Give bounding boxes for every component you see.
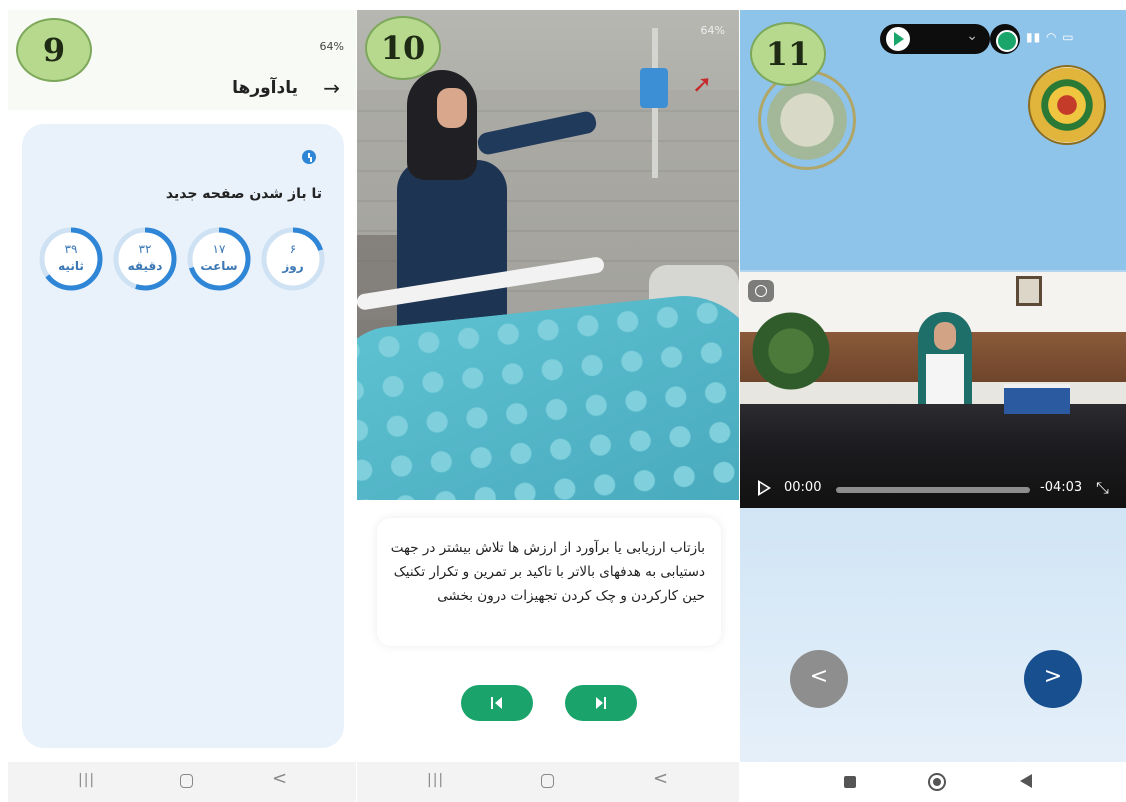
play-store-icon: [886, 27, 910, 51]
screen-video-lesson: ⌄ ▮▮ ◠ ▭ 11 00:00 -04:03 ⤡ < >: [740, 10, 1126, 802]
countdown-rings: ۶ روز ۱۷ ساعت ۳۲ دقیقه ۳۹ ثانیه: [32, 226, 325, 296]
back-arrow-icon[interactable]: →: [323, 76, 340, 100]
back-button[interactable]: <: [653, 768, 668, 789]
countdown-ring: ۶ روز: [260, 226, 326, 292]
countdown-value: ۳۲: [138, 242, 152, 256]
caption-card: بازتاب ارزیابی یا برآورد از ارزش ها تلاش…: [377, 518, 721, 646]
countdown-card: تا باز شدن صفحه جدید ۶ روز ۱۷ ساعت ۳۲ دقیقه ۳۹…: [22, 124, 344, 748]
countdown-ring: ۳۹ ثانیه: [38, 226, 104, 292]
system-nav-bar: [740, 762, 1126, 802]
home-button[interactable]: [541, 774, 554, 788]
home-button[interactable]: [928, 773, 946, 791]
play-icon[interactable]: [758, 480, 771, 496]
next-button[interactable]: >: [1024, 650, 1082, 708]
countdown-value: ۱۷: [212, 242, 226, 256]
countdown-value: ۶: [289, 242, 297, 256]
screen-lesson-slide: ➚ 64% 10 بازتاب ارزیابی یا برآورد از ارز…: [357, 10, 739, 802]
countdown-title: تا باز شدن صفحه جدید: [165, 186, 322, 202]
video-controls: 00:00 -04:03 ⤡: [740, 468, 1126, 508]
caption-text: بازتاب ارزیابی یا برآورد از ارزش ها تلاش…: [390, 540, 705, 604]
status-bar: 64%: [700, 24, 725, 37]
fullscreen-icon[interactable]: ⤡: [1096, 478, 1109, 498]
countdown-ring: ۳۲ دقیقه: [112, 226, 178, 292]
signal-icons: ▮▮ ◠ ▭: [1026, 30, 1075, 44]
home-button[interactable]: [180, 774, 193, 788]
countdown-unit: ساعت: [200, 259, 238, 273]
video-remaining-time: -04:03: [1040, 480, 1083, 495]
chevron-down-icon: ⌄: [966, 28, 978, 44]
university-logo: [758, 70, 856, 170]
video-player[interactable]: 00:00 -04:03 ⤡: [740, 272, 1126, 508]
recent-apps-button[interactable]: |||: [78, 772, 95, 788]
next-button[interactable]: [565, 685, 637, 721]
clock-icon: [302, 150, 316, 164]
recent-apps-button[interactable]: [844, 776, 856, 788]
video-progress-bar[interactable]: [836, 487, 1030, 493]
back-button[interactable]: <: [272, 768, 287, 789]
countdown-unit: دقیقه: [127, 259, 163, 273]
system-nav-bar: ||| <: [8, 762, 356, 802]
previous-button[interactable]: [461, 685, 533, 721]
countdown-value: ۳۹: [64, 242, 78, 256]
recent-apps-button[interactable]: |||: [427, 772, 444, 788]
status-bar: 64%: [319, 40, 344, 53]
previous-button[interactable]: <: [790, 650, 848, 708]
chevron-right-icon: >: [1043, 664, 1063, 689]
step-badge: 10: [365, 16, 441, 80]
screen-reminders: 64% یادآورها → 9 تا باز شدن صفحه جدید ۶ ر…: [8, 10, 356, 802]
step-badge: 11: [750, 22, 826, 86]
chevron-left-icon: <: [809, 664, 829, 689]
army-logo: [1028, 65, 1106, 145]
step-badge: 9: [16, 18, 92, 82]
video-settings-icon[interactable]: [748, 280, 774, 302]
page-title: یادآورها: [232, 78, 298, 98]
countdown-unit: روز: [282, 259, 304, 273]
lesson-photo: ➚ 64%: [357, 10, 739, 500]
back-button[interactable]: [1020, 774, 1032, 788]
video-elapsed-time: 00:00: [784, 480, 822, 495]
countdown-ring: ۱۷ ساعت: [186, 226, 252, 292]
countdown-unit: ثانیه: [58, 259, 84, 273]
system-nav-bar: ||| <: [357, 762, 739, 802]
media-pill[interactable]: ⌄: [880, 24, 990, 54]
shield-icon: [990, 24, 1020, 54]
